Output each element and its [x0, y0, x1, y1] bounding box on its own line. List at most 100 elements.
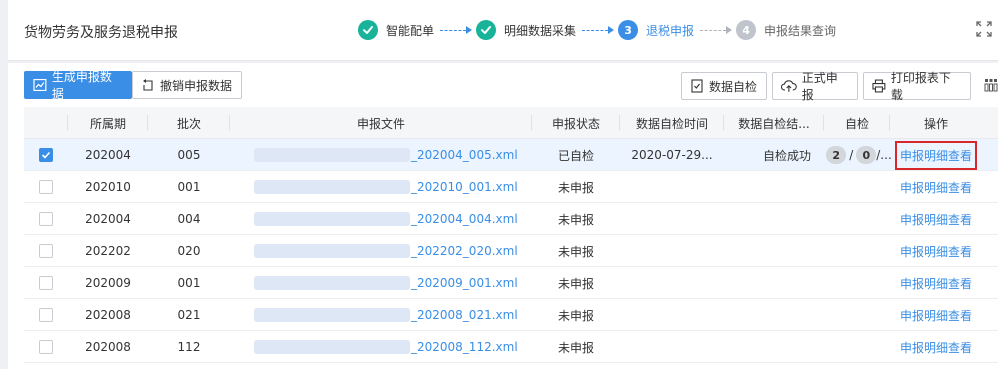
cell-period: 202004	[85, 212, 131, 226]
arrow-right-icon	[700, 26, 733, 34]
cell-check-result	[740, 203, 834, 235]
redacted-filename	[254, 340, 410, 354]
chart-icon	[33, 78, 47, 92]
row-checkbox[interactable]	[39, 148, 53, 162]
step-4[interactable]: 4 申报结果查询	[736, 20, 836, 40]
count-badge: 2	[826, 146, 847, 164]
header-batch: 批次	[148, 107, 230, 139]
row-checkbox[interactable]	[39, 180, 53, 194]
check-icon	[476, 20, 497, 40]
formal-declaration-button[interactable]: 正式申报	[772, 71, 858, 102]
page-header: 货物劳务及服务退税申报 智能配单 明细数据采集 3 退税申报 4 申报结果查询	[8, 0, 998, 61]
count-badge: 0	[856, 146, 877, 164]
header-file: 申报文件	[230, 107, 532, 139]
view-details-link[interactable]: 申报明细查看	[894, 140, 977, 170]
file-link[interactable]: _202004_005.xml	[411, 148, 518, 162]
cell-check-result	[740, 267, 834, 299]
data-selfcheck-button[interactable]: 数据自检	[681, 72, 767, 100]
generate-declaration-button[interactable]: 生成申报数据	[24, 70, 132, 101]
cell-period: 202202	[85, 244, 131, 258]
cell-batch: 001	[177, 180, 201, 194]
file-link[interactable]: _202202_020.xml	[411, 244, 518, 258]
cell-check-result	[740, 299, 834, 331]
cell-status: 已自检	[557, 148, 594, 163]
cell-period: 202009	[85, 276, 131, 290]
cell-batch: 001	[177, 276, 201, 290]
print-download-button[interactable]: 打印报表下载	[863, 71, 971, 102]
view-details-link[interactable]: 申报明细查看	[900, 275, 972, 292]
cloud-upload-icon	[781, 80, 797, 92]
cell-check-time	[620, 235, 724, 267]
row-checkbox[interactable]	[39, 276, 53, 290]
step-label: 申报结果查询	[764, 23, 837, 38]
count-separator: /	[849, 148, 854, 162]
table-row[interactable]: 202008 021 _202008_021.xml 未申报 申报明细查看	[24, 299, 998, 331]
page-title: 货物劳务及服务退税申报	[24, 25, 178, 41]
cell-batch: 112	[177, 340, 201, 354]
step-3[interactable]: 3 退税申报	[618, 20, 694, 40]
cell-check-time	[620, 171, 724, 203]
cell-period: 202008	[85, 308, 131, 322]
table-row[interactable]: 202010 001 _202010_001.xml 未申报 申报明细查看	[24, 171, 998, 203]
redacted-filename	[254, 148, 410, 162]
file-link[interactable]: _202008_021.xml	[411, 308, 518, 322]
header-period: 所属期	[68, 107, 148, 139]
generate-label: 生成申报数据	[51, 70, 112, 101]
table-row[interactable]: 202008 112 _202008_112.xml 未申报 申报明细查看	[24, 331, 998, 363]
document-check-icon	[691, 79, 703, 93]
file-link[interactable]: _202004_004.xml	[411, 212, 518, 226]
view-details-link[interactable]: 申报明细查看	[900, 211, 972, 228]
check-counts: 2 / 0 /...	[820, 139, 898, 171]
table-row[interactable]: 202004 004 _202004_004.xml 未申报 申报明细查看	[24, 203, 998, 235]
header-status: 申报状态	[532, 107, 620, 139]
cell-check-time	[620, 299, 724, 331]
fullscreen-icon[interactable]	[976, 21, 992, 37]
declaration-table: 所属期 批次 申报文件 申报状态 数据自检时间 数据自检结... 自检 操作 2…	[24, 107, 998, 363]
cell-check-result	[740, 235, 834, 267]
arrow-right-icon	[582, 26, 615, 34]
step-2[interactable]: 明细数据采集	[476, 20, 576, 40]
formal-label: 正式申报	[801, 71, 838, 102]
row-checkbox[interactable]	[39, 244, 53, 258]
file-link[interactable]: _202009_001.xml	[411, 276, 518, 290]
redacted-filename	[254, 180, 410, 194]
printer-icon	[872, 79, 886, 93]
header-select	[24, 107, 68, 139]
selfcheck-label: 数据自检	[709, 79, 758, 94]
header-check-result: 数据自检结...	[724, 107, 824, 139]
redacted-filename	[254, 276, 410, 290]
step-1[interactable]: 智能配单	[358, 20, 434, 40]
header-check-count: 自检	[824, 107, 890, 139]
step-number: 3	[618, 20, 639, 40]
cell-batch: 020	[177, 244, 201, 258]
view-details-link[interactable]: 申报明细查看	[900, 179, 972, 196]
step-number: 4	[736, 20, 757, 40]
cell-status: 未申报	[557, 340, 594, 355]
undo-icon	[143, 79, 153, 91]
file-link[interactable]: _202008_112.xml	[411, 340, 518, 354]
revoke-label: 撤销申报数据	[160, 78, 233, 93]
columns-setting-icon[interactable]	[984, 78, 998, 92]
cell-check-time	[620, 267, 724, 299]
cell-batch: 021	[177, 308, 201, 322]
row-checkbox[interactable]	[39, 340, 53, 354]
print-label: 打印报表下载	[890, 71, 951, 102]
cell-check-result	[740, 331, 834, 363]
row-checkbox[interactable]	[39, 308, 53, 322]
cell-check-time	[620, 203, 724, 235]
cell-check-time	[620, 331, 724, 363]
view-details-link[interactable]: 申报明细查看	[900, 307, 972, 324]
cell-period: 202008	[85, 340, 131, 354]
table-row[interactable]: 202009 001 _202009_001.xml 未申报 申报明细查看	[24, 267, 998, 299]
file-link[interactable]: _202010_001.xml	[411, 180, 518, 194]
redacted-filename	[254, 212, 410, 226]
row-checkbox[interactable]	[39, 212, 53, 226]
cell-status: 未申报	[557, 244, 594, 259]
view-details-link[interactable]: 申报明细查看	[900, 243, 972, 260]
table-row[interactable]: 202004 005 _202004_005.xml 已自检 2020-07-2…	[24, 139, 998, 171]
table-row[interactable]: 202202 020 _202202_020.xml 未申报 申报明细查看	[24, 235, 998, 267]
view-details-link[interactable]: 申报明细查看	[900, 339, 972, 356]
cell-period: 202004	[85, 148, 131, 162]
revoke-declaration-button[interactable]: 撤销申报数据	[132, 71, 242, 99]
cell-status: 未申报	[557, 276, 594, 291]
